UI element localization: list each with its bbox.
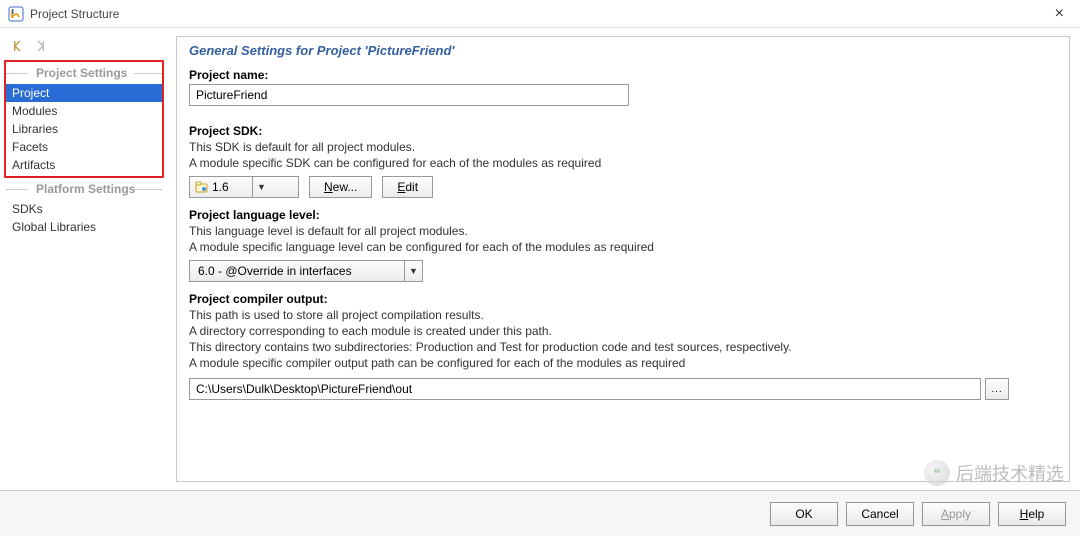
sidebar-item-project[interactable]: Project: [6, 84, 162, 102]
sidebar-item-label: Global Libraries: [12, 220, 96, 234]
sidebar-item-global-libraries[interactable]: Global Libraries: [6, 218, 162, 236]
sdk-combo[interactable]: 1.6 ▼: [189, 176, 299, 198]
sidebar: Project Settings Project Modules Librari…: [0, 28, 168, 490]
lang-desc: This language level is default for all p…: [189, 224, 1057, 238]
project-name-input[interactable]: [189, 84, 629, 106]
sidebar-item-label: SDKs: [12, 202, 43, 216]
out-desc: A directory corresponding to each module…: [189, 324, 1057, 338]
sidebar-item-label: Project: [12, 86, 49, 100]
project-settings-header: Project Settings: [6, 62, 162, 84]
sdk-edit-button[interactable]: Edit: [382, 176, 433, 198]
sidebar-item-artifacts[interactable]: Artifacts: [6, 156, 162, 174]
help-button[interactable]: Help: [998, 502, 1066, 526]
sidebar-item-modules[interactable]: Modules: [6, 102, 162, 120]
browse-button[interactable]: ...: [985, 378, 1009, 400]
sidebar-item-label: Facets: [12, 140, 48, 154]
sidebar-item-libraries[interactable]: Libraries: [6, 120, 162, 138]
platform-settings-header: Platform Settings: [6, 178, 162, 200]
close-icon[interactable]: ×: [1047, 5, 1072, 23]
sdk-value: 1.6: [212, 180, 252, 194]
out-desc: This path is used to store all project c…: [189, 308, 1057, 322]
sdk-new-button[interactable]: New...: [309, 176, 372, 198]
main-area: General Settings for Project 'PictureFri…: [168, 28, 1080, 490]
language-level-label: Project language level:: [189, 208, 1057, 222]
chevron-down-icon: ▼: [404, 261, 422, 281]
dialog-button-bar: OK Cancel Apply Help: [0, 490, 1080, 536]
project-sdk-label: Project SDK:: [189, 124, 1057, 138]
ok-button[interactable]: OK: [770, 502, 838, 526]
project-settings-highlight: Project Settings Project Modules Librari…: [4, 60, 164, 178]
sdk-icon: [194, 180, 208, 194]
app-icon: [8, 6, 24, 22]
forward-icon[interactable]: [32, 38, 48, 54]
project-name-label: Project name:: [189, 68, 1057, 82]
sidebar-item-label: Modules: [12, 104, 57, 118]
window-title: Project Structure: [30, 7, 119, 21]
lang-desc: A module specific language level can be …: [189, 240, 1057, 254]
cancel-button[interactable]: Cancel: [846, 502, 914, 526]
sidebar-item-label: Artifacts: [12, 158, 55, 172]
language-level-value: 6.0 - @Override in interfaces: [194, 264, 404, 278]
compiler-output-label: Project compiler output:: [189, 292, 1057, 306]
sidebar-item-label: Libraries: [12, 122, 58, 136]
titlebar: Project Structure ×: [0, 0, 1080, 28]
language-level-combo[interactable]: 6.0 - @Override in interfaces ▼: [189, 260, 423, 282]
sdk-desc: A module specific SDK can be configured …: [189, 156, 1057, 170]
general-settings-panel: General Settings for Project 'PictureFri…: [176, 36, 1070, 482]
sidebar-item-sdks[interactable]: SDKs: [6, 200, 162, 218]
chevron-down-icon: ▼: [252, 177, 270, 197]
back-icon[interactable]: [10, 38, 26, 54]
out-desc: A module specific compiler output path c…: [189, 356, 1057, 370]
out-desc: This directory contains two subdirectori…: [189, 340, 1057, 354]
panel-title: General Settings for Project 'PictureFri…: [189, 43, 1057, 58]
compiler-output-input[interactable]: [189, 378, 981, 400]
sidebar-toolbar: [6, 36, 162, 60]
sidebar-item-facets[interactable]: Facets: [6, 138, 162, 156]
sdk-desc: This SDK is default for all project modu…: [189, 140, 1057, 154]
apply-button[interactable]: Apply: [922, 502, 990, 526]
